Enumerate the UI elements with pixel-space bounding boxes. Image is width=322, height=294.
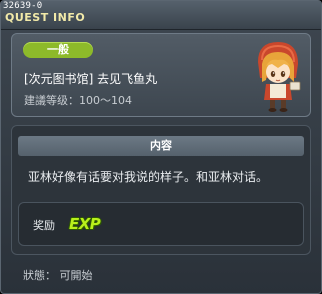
content-header: 内容 bbox=[18, 136, 304, 156]
window-title: QUEST INFO bbox=[5, 11, 86, 24]
quest-content-panel: 内容 亚林好像有话要对我说的样子。和亚林对话。 奖励 EXP bbox=[11, 125, 311, 255]
quest-info-window: 32639-0 QUEST INFO 一般 [次元图书馆] 去见飞鱼丸 建議等级… bbox=[0, 0, 322, 294]
exp-icon[interactable]: EXP bbox=[69, 215, 101, 233]
title-bar[interactable]: 32639-0 QUEST INFO bbox=[1, 1, 321, 30]
quest-description: 亚林好像有话要对我说的样子。和亚林对话。 bbox=[28, 170, 269, 184]
reward-label: 奖励 bbox=[33, 219, 55, 232]
quest-summary-panel: 一般 [次元图书馆] 去见飞鱼丸 建議等级：100～104 bbox=[11, 33, 311, 117]
quest-status: 狀態： 可開始 bbox=[23, 269, 93, 282]
quest-name: [次元图书馆] 去见飞鱼丸 bbox=[24, 72, 158, 86]
quest-category-badge: 一般 bbox=[23, 42, 93, 58]
npc-portrait-icon bbox=[258, 42, 301, 112]
quest-level-range: 建議等级：100～104 bbox=[24, 94, 132, 107]
quest-id-label: 32639-0 bbox=[3, 1, 43, 11]
reward-box: 奖励 EXP bbox=[18, 202, 304, 246]
